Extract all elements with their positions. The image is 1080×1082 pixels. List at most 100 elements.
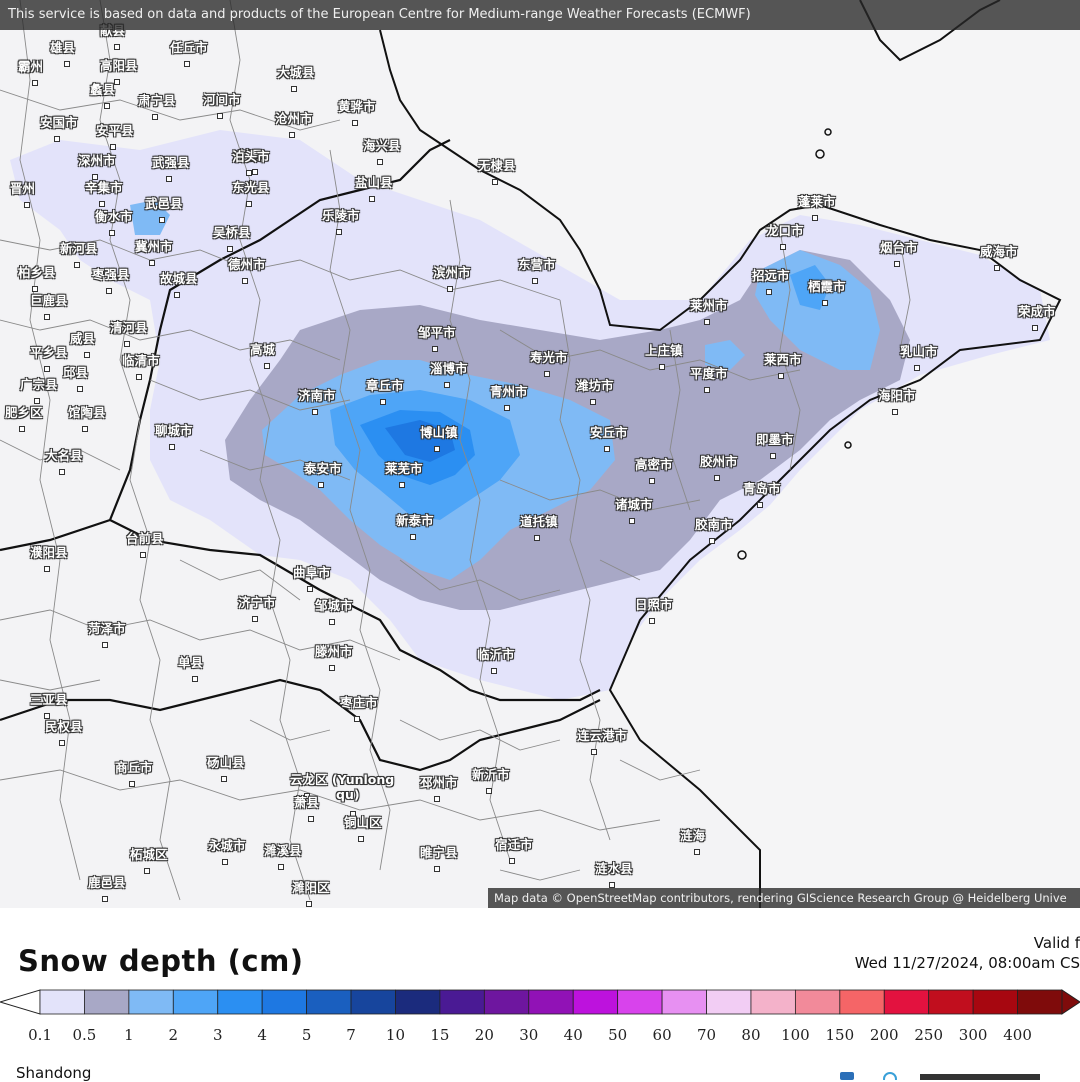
city-label[interactable]: 莱芜市: [385, 458, 423, 477]
city-label[interactable]: 邳州市: [420, 772, 458, 791]
city-label[interactable]: 单县: [178, 652, 203, 671]
osm-attribution[interactable]: Map data © OpenStreetMap contributors, r…: [488, 888, 1080, 908]
city-label[interactable]: 临沂市: [477, 644, 515, 663]
city-label[interactable]: 广宗县: [20, 374, 58, 393]
city-label[interactable]: 肥乡区: [5, 402, 43, 421]
city-label[interactable]: 泰安市: [304, 458, 342, 477]
city-label[interactable]: 鹿邑县: [88, 872, 126, 891]
city-label[interactable]: 蓬莱市: [798, 191, 836, 210]
city-label[interactable]: 萧县: [294, 792, 319, 811]
city-label[interactable]: 新河县: [60, 238, 98, 257]
city-label[interactable]: 济南市: [298, 385, 336, 404]
city-label[interactable]: 吴桥县: [213, 222, 251, 241]
city-label[interactable]: 辛集市: [85, 177, 123, 196]
city-label[interactable]: 馆陶县: [68, 402, 106, 421]
city-label[interactable]: 大名县: [45, 445, 83, 464]
city-label[interactable]: 蠡县: [90, 79, 115, 98]
city-label[interactable]: 云龙区 (Yunlong: [290, 769, 394, 788]
city-label[interactable]: 邱县: [63, 362, 88, 381]
city-label[interactable]: 章丘市: [366, 375, 404, 394]
city-label[interactable]: 莱州市: [690, 295, 728, 314]
city-label[interactable]: 栖霞市: [808, 276, 846, 295]
city-label[interactable]: 诸城市: [615, 494, 653, 513]
city-label[interactable]: 烟台市: [880, 237, 918, 256]
city-label[interactable]: qu): [336, 787, 360, 802]
city-label[interactable]: 莱西市: [764, 349, 802, 368]
city-label[interactable]: 三亚县: [30, 689, 68, 708]
city-label[interactable]: 武邑县: [145, 193, 183, 212]
city-label[interactable]: 邹平市: [418, 322, 456, 341]
city-label[interactable]: 海阳市: [878, 385, 916, 404]
city-label[interactable]: 曲阜市: [293, 562, 331, 581]
city-label[interactable]: 荣成市: [1018, 301, 1056, 320]
city-label[interactable]: 安国市: [40, 112, 78, 131]
city-label[interactable]: 德州市: [228, 254, 266, 273]
city-label[interactable]: 高城: [250, 339, 275, 358]
city-label[interactable]: 无棣县: [478, 155, 516, 174]
city-label[interactable]: 河间市: [203, 89, 241, 108]
city-label[interactable]: 乳山市: [900, 341, 938, 360]
city-label[interactable]: 威海市: [980, 241, 1018, 260]
city-label[interactable]: 威县: [70, 328, 95, 347]
city-label[interactable]: 柏乡县: [18, 262, 56, 281]
city-label[interactable]: 枣强县: [92, 264, 130, 283]
city-label[interactable]: 潍坊市: [576, 375, 614, 394]
city-label[interactable]: 临清市: [122, 350, 160, 369]
city-label[interactable]: 上庄镇: [645, 340, 683, 359]
city-label[interactable]: 濮阳县: [30, 542, 68, 561]
city-label[interactable]: 沧州市: [275, 108, 313, 127]
city-label[interactable]: 商丘市: [115, 757, 153, 776]
city-label[interactable]: 即墨市: [756, 429, 794, 448]
city-label[interactable]: 连云港市: [577, 725, 627, 744]
city-label[interactable]: 泊头市: [232, 146, 270, 165]
city-label[interactable]: 高密市: [635, 454, 673, 473]
city-label[interactable]: 巨鹿县: [30, 290, 68, 309]
city-label[interactable]: 涟海: [680, 825, 705, 844]
city-label[interactable]: 龙口市: [766, 220, 804, 239]
city-label[interactable]: 深州市: [78, 150, 116, 169]
city-label[interactable]: 日照市: [635, 594, 673, 613]
city-label[interactable]: 东营市: [518, 254, 556, 273]
city-label[interactable]: 冀州市: [135, 236, 173, 255]
city-label[interactable]: 淄博市: [430, 358, 468, 377]
city-label[interactable]: 胶南市: [695, 514, 733, 533]
city-label[interactable]: 平乡县: [30, 342, 68, 361]
city-label[interactable]: 清河县: [110, 317, 148, 336]
city-label[interactable]: 衡水市: [95, 206, 133, 225]
city-label[interactable]: 博山镇: [420, 422, 458, 441]
city-label[interactable]: 东光县: [232, 177, 270, 196]
city-label[interactable]: 聊城市: [155, 420, 193, 439]
city-label[interactable]: 永城市: [208, 835, 246, 854]
city-label[interactable]: 胶州市: [700, 451, 738, 470]
city-label[interactable]: 黄骅市: [338, 96, 376, 115]
city-label[interactable]: 安丘市: [590, 422, 628, 441]
city-label[interactable]: 青岛市: [743, 478, 781, 497]
city-label[interactable]: 涟水县: [595, 858, 633, 877]
city-label[interactable]: 安平县: [96, 120, 134, 139]
city-label[interactable]: 海兴县: [363, 135, 401, 154]
city-label[interactable]: 濉溪县: [264, 840, 302, 859]
city-label[interactable]: 台前县: [126, 528, 164, 547]
city-label[interactable]: 宿迁市: [495, 834, 533, 853]
city-label[interactable]: 平度市: [690, 363, 728, 382]
city-label[interactable]: 枣庄市: [340, 692, 378, 711]
city-label[interactable]: 新沂市: [472, 764, 510, 783]
city-label[interactable]: 乐陵市: [322, 205, 360, 224]
city-label[interactable]: 招远市: [752, 265, 790, 284]
map-view[interactable]: 献县 任丘市 雄县 霸州 高阳县 蠡县 肃宁县 河间市 大城县 黄骅市 沧州市 安国市 安平县 献县 海兴县…: [0, 0, 1080, 908]
city-label[interactable]: 雄县: [50, 37, 75, 56]
city-label[interactable]: 济宁市: [238, 592, 276, 611]
city-label[interactable]: 青州市: [490, 381, 528, 400]
city-label[interactable]: 民权县: [45, 716, 83, 735]
city-label[interactable]: 盐山县: [355, 172, 393, 191]
city-label[interactable]: 肃宁县: [138, 90, 176, 109]
city-label[interactable]: 滕州市: [315, 641, 353, 660]
city-label[interactable]: 霸州: [18, 56, 43, 75]
city-label[interactable]: 铜山区: [344, 812, 382, 831]
city-label[interactable]: 睢宁县: [420, 842, 458, 861]
city-label[interactable]: 寿光市: [530, 347, 568, 366]
city-label[interactable]: 邹城市: [315, 595, 353, 614]
city-label[interactable]: 砀山县: [207, 752, 245, 771]
city-label[interactable]: 高阳县: [100, 55, 138, 74]
city-label[interactable]: 武强县: [152, 152, 190, 171]
